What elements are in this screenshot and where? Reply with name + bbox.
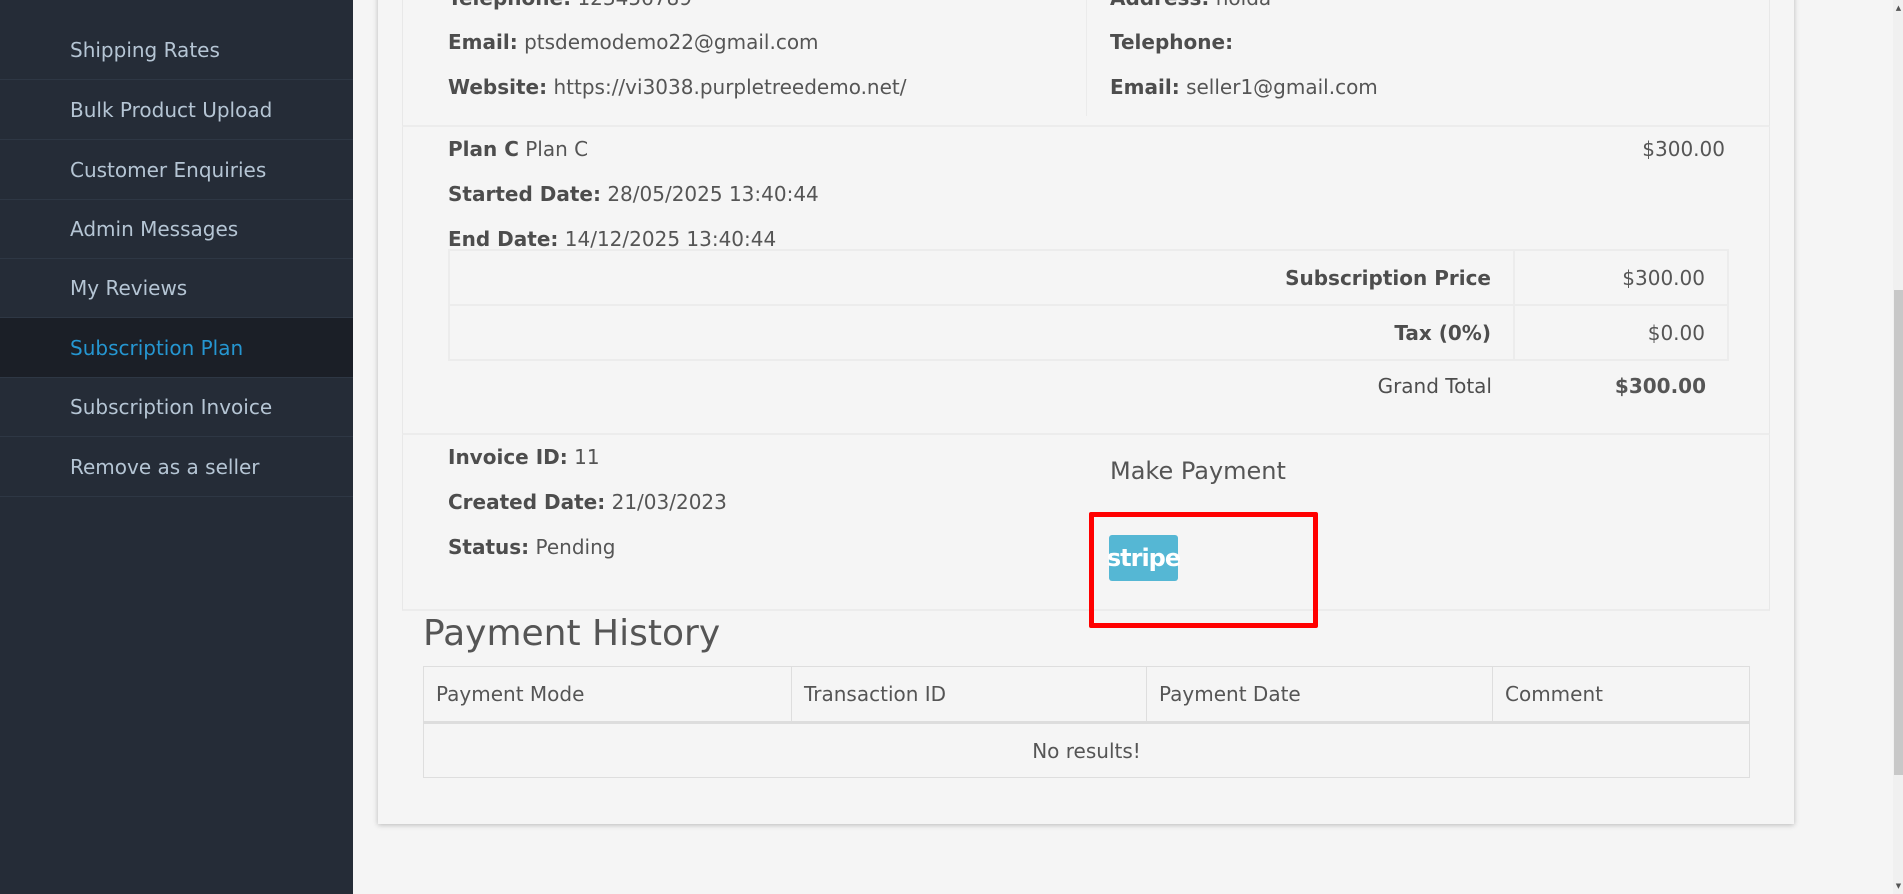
created-date-label: Created Date: bbox=[448, 490, 606, 514]
store-telephone: Telephone: 123456789 bbox=[448, 0, 692, 10]
contact-info-section: Telephone: 123456789 Email: ptsdemodemo2… bbox=[402, 0, 1770, 127]
seller-email-label: Email: bbox=[1110, 75, 1180, 99]
invoice-card: Telephone: 123456789 Email: ptsdemodemo2… bbox=[378, 0, 1794, 824]
no-results-cell: No results! bbox=[423, 722, 1750, 778]
payment-history-title: Payment History bbox=[423, 613, 721, 654]
seller-email-value: seller1@gmail.com bbox=[1186, 75, 1378, 99]
summary-value: $0.00 bbox=[1513, 304, 1729, 361]
column-transaction-id: Transaction ID bbox=[791, 666, 1147, 724]
grand-total-value: $300.00 bbox=[1614, 373, 1706, 398]
seller-address: Address: noida bbox=[1110, 0, 1271, 10]
column-payment-date: Payment Date bbox=[1146, 666, 1493, 724]
grand-total-label: Grand Total bbox=[1377, 373, 1492, 398]
stripe-logo-icon: stripe bbox=[1106, 544, 1181, 572]
store-website: Website: https://vi3038.purpletreedemo.n… bbox=[448, 75, 907, 99]
store-email-label: Email: bbox=[448, 30, 518, 54]
sidebar-item-remove-as-seller[interactable]: Remove as a seller bbox=[0, 437, 353, 497]
payment-history-table: Payment Mode Transaction ID Payment Date… bbox=[423, 666, 1750, 778]
stripe-pay-button[interactable]: stripe bbox=[1106, 535, 1181, 581]
seller-telephone-label: Telephone: bbox=[1110, 30, 1234, 54]
store-website-label: Website: bbox=[448, 75, 548, 99]
store-email: Email: ptsdemodemo22@gmail.com bbox=[448, 30, 819, 54]
summary-row: Tax (0%) $0.00 bbox=[448, 304, 1729, 361]
store-website-value[interactable]: https://vi3038.purpletreedemo.net/ bbox=[553, 75, 906, 99]
scroll-up-arrow-icon[interactable]: ▲ bbox=[1894, 4, 1903, 12]
store-email-value: ptsdemodemo22@gmail.com bbox=[524, 30, 819, 54]
summary-label: Tax (0%) bbox=[448, 304, 1515, 361]
invoice-id-label: Invoice ID: bbox=[448, 445, 568, 469]
plan-started-date: Started Date: 28/05/2025 13:40:44 bbox=[448, 182, 819, 206]
table-header-row: Payment Mode Transaction ID Payment Date… bbox=[423, 666, 1750, 724]
sidebar-item-bulk-product-upload[interactable]: Bulk Product Upload bbox=[0, 80, 353, 140]
store-telephone-value: 123456789 bbox=[577, 0, 692, 10]
table-row: No results! bbox=[423, 722, 1750, 778]
sidebar-item-my-reviews[interactable]: My Reviews bbox=[0, 258, 353, 318]
status-label: Status: bbox=[448, 535, 530, 559]
created-date: Created Date: 21/03/2023 bbox=[448, 490, 727, 514]
make-payment-title: Make Payment bbox=[1110, 457, 1286, 485]
page-scrollbar[interactable]: ▲ ▼ bbox=[1893, 0, 1903, 894]
seller-address-label: Address: bbox=[1110, 0, 1209, 10]
scrollbar-thumb[interactable] bbox=[1894, 290, 1903, 775]
scroll-down-arrow-icon[interactable]: ▼ bbox=[1894, 882, 1903, 890]
plan-end-date: End Date: 14/12/2025 13:40:44 bbox=[448, 227, 776, 251]
created-date-value: 21/03/2023 bbox=[611, 490, 727, 514]
end-date-label: End Date: bbox=[448, 227, 559, 251]
invoice-meta-section: Invoice ID: 11 Created Date: 21/03/2023 … bbox=[402, 435, 1770, 628]
invoice-status: Status: Pending bbox=[448, 535, 615, 559]
seller-address-value: noida bbox=[1216, 0, 1271, 10]
sidebar-item-customer-enquiries[interactable]: Customer Enquiries bbox=[0, 140, 353, 200]
end-date-value: 14/12/2025 13:40:44 bbox=[564, 227, 777, 251]
seller-email: Email: seller1@gmail.com bbox=[1110, 75, 1378, 99]
summary-label: Subscription Price bbox=[448, 249, 1515, 306]
sidebar-item-shipping-rates[interactable]: Shipping Rates bbox=[0, 20, 353, 80]
seller-sidebar: Shipping Rates Bulk Product Upload Custo… bbox=[0, 0, 353, 894]
plan-price: $300.00 bbox=[1642, 137, 1725, 161]
grand-total-row: Grand Total $300.00 bbox=[449, 360, 1728, 410]
plan-section: Plan C Plan C $300.00 Started Date: 28/0… bbox=[402, 127, 1770, 435]
sidebar-item-subscription-invoice[interactable]: Subscription Invoice bbox=[0, 377, 353, 437]
sidebar-item-subscription-plan[interactable]: Subscription Plan bbox=[0, 318, 353, 378]
sidebar-item-admin-messages[interactable]: Admin Messages bbox=[0, 199, 353, 259]
plan-name: Plan C Plan C bbox=[448, 137, 588, 161]
column-payment-mode: Payment Mode bbox=[423, 666, 792, 724]
seller-telephone: Telephone: bbox=[1110, 30, 1233, 54]
column-divider bbox=[1086, 0, 1087, 116]
price-summary-table: Subscription Price $300.00 Tax (0%) $0.0… bbox=[448, 249, 1729, 410]
status-value: Pending bbox=[535, 535, 616, 559]
summary-value: $300.00 bbox=[1513, 249, 1729, 306]
plan-name-label: Plan C bbox=[448, 137, 519, 161]
plan-name-value: Plan C bbox=[525, 137, 589, 161]
started-date-value: 28/05/2025 13:40:44 bbox=[607, 182, 819, 206]
invoice-id-value: 11 bbox=[574, 445, 600, 469]
column-comment: Comment bbox=[1492, 666, 1750, 724]
store-telephone-label: Telephone: bbox=[448, 0, 571, 10]
invoice-id: Invoice ID: 11 bbox=[448, 445, 600, 469]
summary-row: Subscription Price $300.00 bbox=[448, 249, 1729, 306]
started-date-label: Started Date: bbox=[448, 182, 601, 206]
